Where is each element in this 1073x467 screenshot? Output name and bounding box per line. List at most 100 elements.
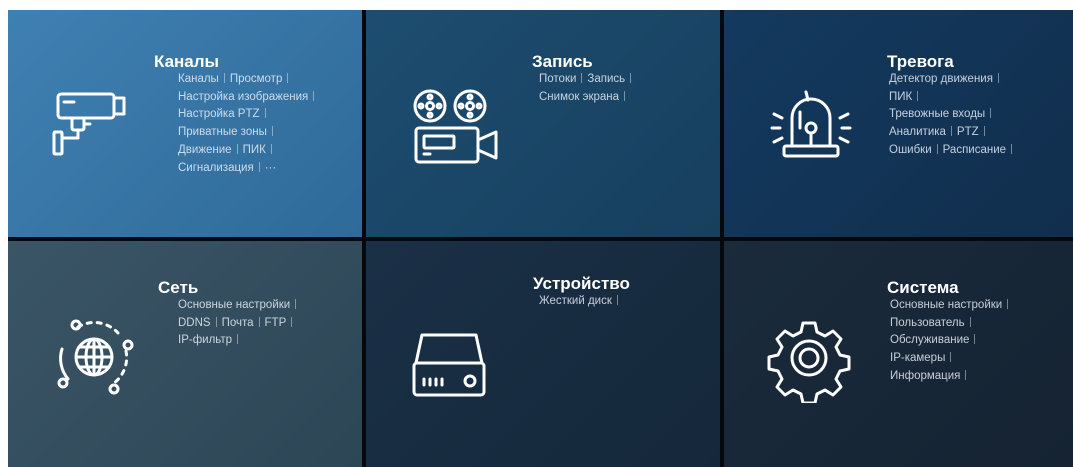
submenu-list: Основные настройки DDNS Почта FTP IP-фильт… xyxy=(178,297,301,350)
siren-icon xyxy=(766,88,856,162)
tile-title: Сеть xyxy=(158,278,199,297)
separator xyxy=(258,316,260,327)
submenu-row: Основные настройки xyxy=(890,297,1013,315)
link-information[interactable]: Информация xyxy=(890,370,960,382)
submenu-row: Снимок экрана xyxy=(539,89,636,107)
separator xyxy=(237,334,239,345)
link-recording[interactable]: Запись xyxy=(587,73,625,85)
link-pir[interactable]: ПИК xyxy=(243,144,266,156)
separator xyxy=(990,108,992,119)
separator xyxy=(969,316,971,327)
globe-icon xyxy=(48,307,144,403)
submenu-row: Детектор движения xyxy=(889,71,1017,89)
submenu-row: Тревожные входы xyxy=(889,106,1017,124)
link-channels[interactable]: Каналы xyxy=(178,73,219,85)
link-basic-settings[interactable]: Основные настройки xyxy=(178,299,290,311)
submenu-row: Информация xyxy=(890,368,1013,386)
link-ddns[interactable]: DDNS xyxy=(178,317,211,329)
link-streams[interactable]: Потоки xyxy=(539,73,576,85)
separator xyxy=(236,143,238,154)
link-ip-filter[interactable]: IP-фильтр xyxy=(178,334,232,346)
link-preview[interactable]: Просмотр xyxy=(230,73,283,85)
hdd-icon xyxy=(406,329,496,399)
tile-title: Запись xyxy=(532,52,593,71)
separator xyxy=(291,316,293,327)
main-menu-grid: Каналы Каналы Просмотр Настройка изображе… xyxy=(8,10,1073,467)
submenu-list: Каналы Просмотр Настройка изображения Нас… xyxy=(178,71,319,177)
separator xyxy=(270,143,272,154)
link-mail[interactable]: Почта xyxy=(222,317,254,329)
tile-title: Система xyxy=(887,278,959,297)
tile-alarm[interactable]: Тревога Детектор движения ПИК Тревожные … xyxy=(724,10,1073,241)
tile-system[interactable]: Система Основные настройки Пользователь … xyxy=(724,241,1073,467)
link-more[interactable]: ··· xyxy=(265,162,277,174)
tile-title: Тревога xyxy=(887,52,954,71)
submenu-row: Настройка PTZ xyxy=(178,106,319,124)
link-ptz-settings[interactable]: Настройка PTZ xyxy=(178,108,260,120)
separator xyxy=(965,369,967,380)
separator xyxy=(581,73,583,83)
tile-device[interactable]: Устройство Жесткий диск xyxy=(366,241,724,467)
gear-icon xyxy=(764,313,854,403)
submenu-list: Потоки Запись Снимок экрана xyxy=(539,71,636,106)
link-hard-disk[interactable]: Жесткий диск xyxy=(539,295,612,307)
separator xyxy=(936,143,938,154)
link-ptz[interactable]: PTZ xyxy=(957,126,979,138)
separator xyxy=(271,126,273,137)
link-basic-settings[interactable]: Основные настройки xyxy=(890,299,1002,311)
link-maintenance[interactable]: Обслуживание xyxy=(890,334,969,346)
tile-title: Устройство xyxy=(533,274,630,293)
tile-network[interactable]: Сеть Основные настройки DDNS Почта FTP IP-… xyxy=(8,241,366,467)
separator xyxy=(295,299,297,309)
separator xyxy=(974,334,976,345)
link-snapshot[interactable]: Снимок экрана xyxy=(539,91,619,103)
separator xyxy=(950,126,952,137)
submenu-row: ПИК xyxy=(889,89,1017,107)
separator xyxy=(917,90,919,101)
submenu-row: Настройка изображения xyxy=(178,89,319,107)
submenu-row: Ошибки Расписание xyxy=(889,142,1017,160)
link-alarm-inputs[interactable]: Тревожные входы xyxy=(889,108,985,120)
separator xyxy=(264,108,266,119)
link-schedule[interactable]: Расписание xyxy=(943,144,1006,156)
tile-channels[interactable]: Каналы Каналы Просмотр Настройка изображе… xyxy=(8,10,366,241)
submenu-row: DDNS Почта FTP xyxy=(178,315,301,333)
link-ftp[interactable]: FTP xyxy=(265,317,287,329)
link-errors[interactable]: Ошибки xyxy=(889,144,932,156)
link-ip-cameras[interactable]: IP-камеры xyxy=(890,352,945,364)
submenu-row: IP-фильтр xyxy=(178,332,301,350)
submenu-row: Каналы Просмотр xyxy=(178,71,319,89)
submenu-list: Детектор движения ПИК Тревожные входы Ан… xyxy=(889,71,1017,160)
link-analytics[interactable]: Аналитика xyxy=(889,126,946,138)
submenu-row: Сигнализация ··· xyxy=(178,160,319,178)
submenu-row: Приватные зоны xyxy=(178,124,319,142)
link-privacy-zones[interactable]: Приватные зоны xyxy=(178,126,267,138)
separator xyxy=(287,73,289,83)
link-image-settings[interactable]: Настройка изображения xyxy=(178,91,308,103)
separator xyxy=(630,73,632,83)
link-user[interactable]: Пользователь xyxy=(890,317,965,329)
submenu-row: Аналитика PTZ xyxy=(889,124,1017,142)
submenu-row: Потоки Запись xyxy=(539,71,636,89)
separator xyxy=(313,90,315,101)
separator xyxy=(1007,299,1009,309)
separator xyxy=(624,90,626,101)
tile-title: Каналы xyxy=(154,52,220,71)
link-pir[interactable]: ПИК xyxy=(889,91,912,103)
separator xyxy=(215,316,217,327)
film-camera-icon xyxy=(408,86,504,168)
link-motion[interactable]: Движение xyxy=(178,144,232,156)
submenu-row: Движение ПИК xyxy=(178,142,319,160)
tile-record[interactable]: Запись Потоки Запись Снимок экрана xyxy=(366,10,724,241)
submenu-row: Обслуживание xyxy=(890,332,1013,350)
submenu-list: Основные настройки Пользователь Обслужив… xyxy=(890,297,1013,386)
submenu-list: Жесткий диск xyxy=(539,293,623,311)
submenu-row: Пользователь xyxy=(890,315,1013,333)
separator xyxy=(616,295,618,305)
submenu-row: Жесткий диск xyxy=(539,293,623,311)
separator xyxy=(950,352,952,363)
link-motion-detector[interactable]: Детектор движения xyxy=(889,73,993,85)
separator xyxy=(997,73,999,83)
camera-icon xyxy=(50,88,150,160)
link-alarm-signal[interactable]: Сигнализация xyxy=(178,162,254,174)
